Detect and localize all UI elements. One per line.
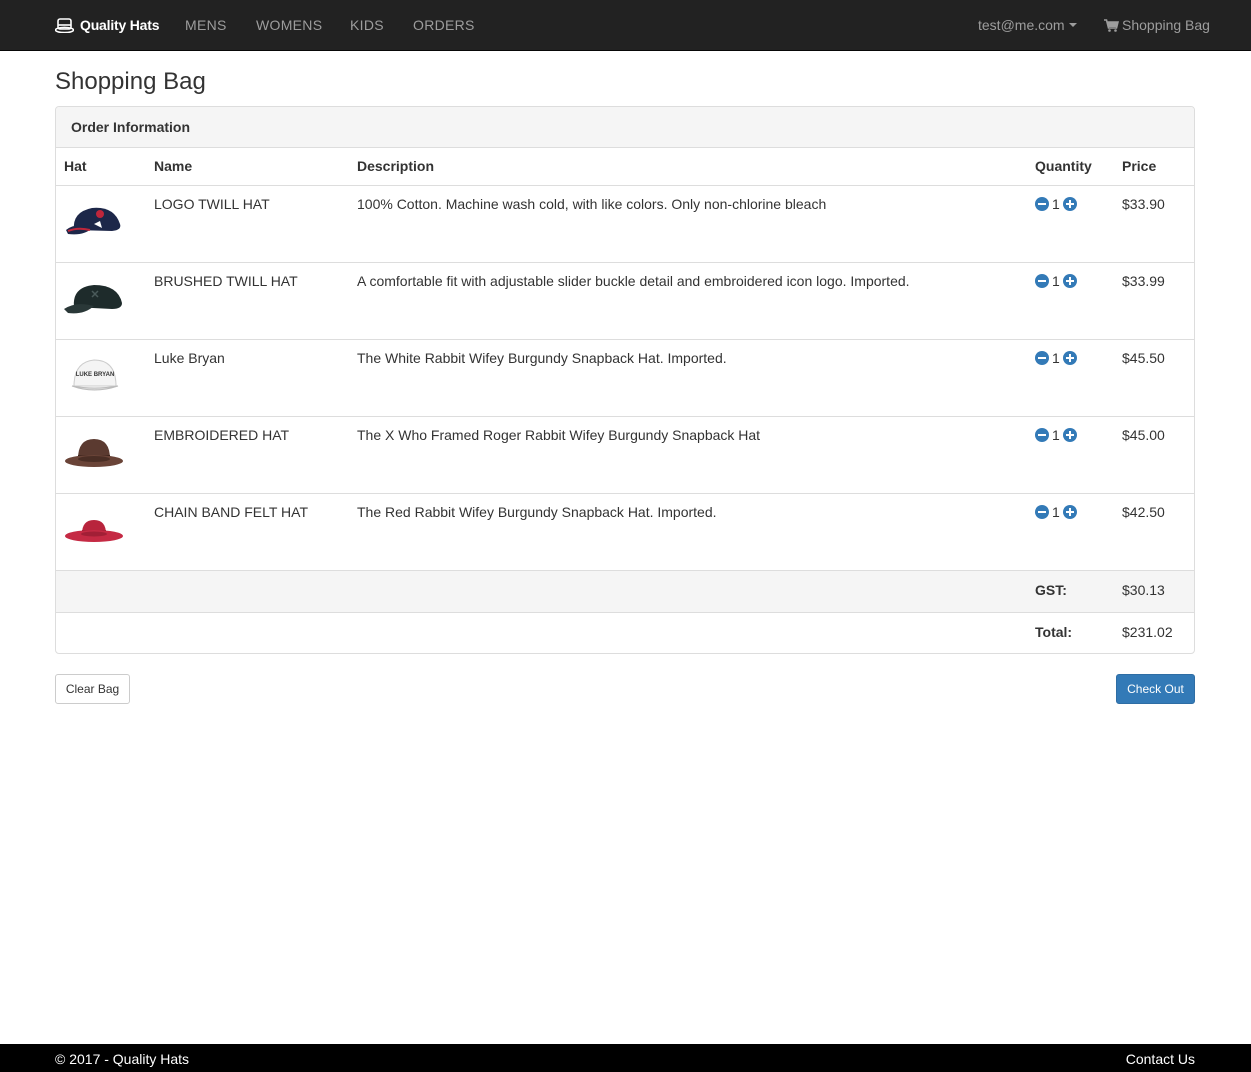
table-header-row: Hat Name Description Quantity Price bbox=[56, 148, 1194, 186]
panel-heading: Order Information bbox=[56, 107, 1194, 148]
top-navbar: Quality Hats MENS WOMENS KIDS ORDERS tes… bbox=[0, 0, 1251, 51]
item-description: The White Rabbit Wifey Burgundy Snapback… bbox=[349, 339, 1027, 417]
nav-orders[interactable]: ORDERS bbox=[413, 17, 475, 33]
dark-green-cap-icon bbox=[64, 284, 122, 313]
item-price: $45.50 bbox=[1114, 339, 1194, 417]
minus-circle-icon[interactable] bbox=[1035, 196, 1049, 211]
brand-link[interactable]: Quality Hats bbox=[55, 14, 159, 36]
footer: © 2017 - Quality Hats Contact Us bbox=[0, 1044, 1251, 1072]
brown-fedora-icon bbox=[65, 438, 123, 467]
quantity-stepper: 1 bbox=[1035, 350, 1106, 366]
item-price: $42.50 bbox=[1114, 493, 1194, 571]
item-price: $33.99 bbox=[1114, 262, 1194, 340]
gst-label: GST: bbox=[1027, 570, 1114, 613]
clear-bag-button[interactable]: Clear Bag bbox=[55, 674, 130, 704]
total-label: Total: bbox=[1035, 623, 1073, 640]
quantity-stepper: 1 bbox=[1035, 427, 1106, 443]
white-snapback-icon: LUKE BRYAN bbox=[71, 358, 119, 390]
minus-circle-icon[interactable] bbox=[1035, 273, 1049, 288]
quantity-stepper: 1 bbox=[1035, 196, 1106, 212]
nav-kids[interactable]: KIDS bbox=[350, 17, 384, 33]
item-price: $33.90 bbox=[1114, 185, 1194, 263]
plus-circle-icon[interactable] bbox=[1062, 427, 1077, 442]
red-felt-hat-icon bbox=[65, 519, 123, 542]
quantity-value: 1 bbox=[1052, 503, 1060, 520]
table-row: CHAIN BAND FELT HAT The Red Rabbit Wifey… bbox=[56, 493, 1194, 571]
col-header-quantity: Quantity bbox=[1027, 148, 1114, 186]
shopping-cart-icon bbox=[1104, 18, 1119, 32]
nav-womens[interactable]: WOMENS bbox=[256, 17, 322, 33]
gst-row: GST: $30.13 bbox=[56, 570, 1194, 613]
quantity-value: 1 bbox=[1052, 195, 1060, 212]
shopping-bag-label: Shopping Bag bbox=[1122, 17, 1210, 33]
hat-logo-icon bbox=[55, 18, 74, 33]
plus-circle-icon[interactable] bbox=[1062, 504, 1077, 519]
quantity-value: 1 bbox=[1052, 272, 1060, 289]
plus-circle-icon[interactable] bbox=[1062, 273, 1077, 288]
item-price: $45.00 bbox=[1114, 416, 1194, 494]
plus-circle-icon[interactable] bbox=[1062, 196, 1077, 211]
check-out-button[interactable]: Check Out bbox=[1116, 674, 1195, 704]
item-name: LOGO TWILL HAT bbox=[146, 185, 349, 263]
brand-name: Quality Hats bbox=[80, 17, 160, 33]
nav-mens[interactable]: MENS bbox=[185, 17, 227, 33]
order-panel: Order Information Hat Name Description Q… bbox=[55, 106, 1195, 654]
total-row: Total: $231.02 bbox=[56, 612, 1194, 653]
item-name: BRUSHED TWILL HAT bbox=[146, 262, 349, 340]
contact-us-link[interactable]: Contact Us bbox=[1126, 1051, 1195, 1067]
user-menu[interactable]: test@me.com bbox=[978, 17, 1077, 33]
footer-copyright: © 2017 - Quality Hats bbox=[55, 1051, 190, 1067]
item-description: 100% Cotton. Machine wash cold, with lik… bbox=[349, 185, 1027, 263]
caret-down-icon bbox=[1068, 23, 1077, 27]
col-header-price: Price bbox=[1114, 148, 1194, 186]
navy-logo-cap-icon bbox=[66, 207, 121, 234]
user-email: test@me.com bbox=[978, 17, 1065, 33]
quantity-value: 1 bbox=[1052, 349, 1060, 366]
plus-circle-icon[interactable] bbox=[1062, 350, 1077, 365]
minus-circle-icon[interactable] bbox=[1035, 350, 1049, 365]
table-row: LUKE BRYAN Luke Bryan The White Rabbit W… bbox=[56, 339, 1194, 417]
col-header-description: Description bbox=[349, 148, 1027, 186]
snapback-logo-text: LUKE BRYAN bbox=[76, 372, 115, 378]
item-name: EMBROIDERED HAT bbox=[146, 416, 349, 494]
item-name: Luke Bryan bbox=[146, 339, 349, 417]
order-table: Hat Name Description Quantity Price LOGO… bbox=[56, 148, 1194, 653]
quantity-stepper: 1 bbox=[1035, 273, 1106, 289]
item-description: The Red Rabbit Wifey Burgundy Snapback H… bbox=[349, 493, 1027, 571]
page-title: Shopping Bag bbox=[55, 68, 206, 95]
minus-circle-icon[interactable] bbox=[1035, 504, 1049, 519]
quantity-value: 1 bbox=[1052, 426, 1060, 443]
item-name: CHAIN BAND FELT HAT bbox=[146, 493, 349, 571]
total-value: $231.02 bbox=[1122, 623, 1173, 640]
quantity-stepper: 1 bbox=[1035, 504, 1106, 520]
item-description: A comfortable fit with adjustable slider… bbox=[349, 262, 1027, 340]
table-row: BRUSHED TWILL HAT A comfortable fit with… bbox=[56, 262, 1194, 340]
item-description: The X Who Framed Roger Rabbit Wifey Burg… bbox=[349, 416, 1027, 494]
table-row: LOGO TWILL HAT 100% Cotton. Machine wash… bbox=[56, 185, 1194, 263]
shopping-bag-link[interactable]: Shopping Bag bbox=[1104, 17, 1210, 33]
table-row: EMBROIDERED HAT The X Who Framed Roger R… bbox=[56, 416, 1194, 494]
gst-value: $30.13 bbox=[1114, 570, 1194, 613]
col-header-hat: Hat bbox=[56, 148, 146, 186]
minus-circle-icon[interactable] bbox=[1035, 427, 1049, 442]
col-header-name: Name bbox=[146, 148, 349, 186]
